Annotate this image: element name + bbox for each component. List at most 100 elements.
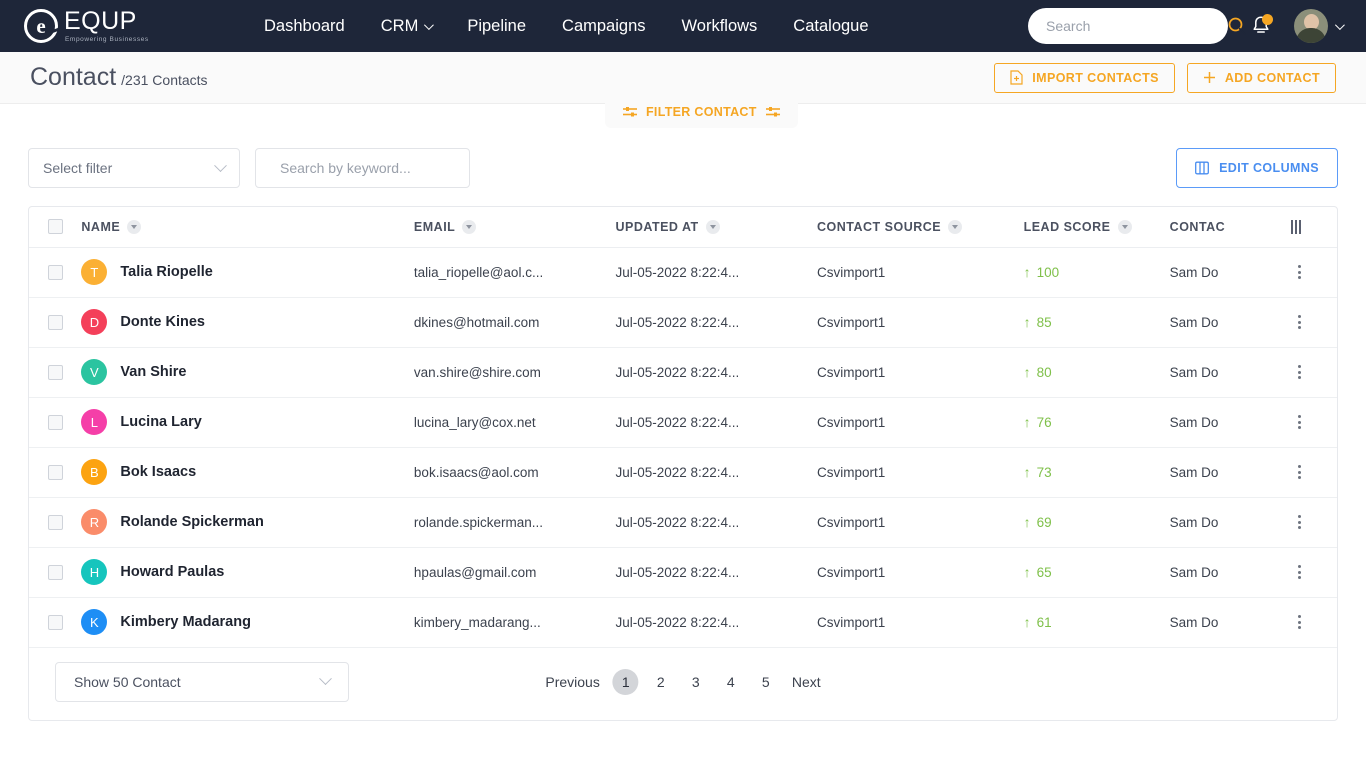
rows-per-page-label: Show 50 Contact [74, 673, 181, 690]
row-checkbox[interactable] [47, 364, 63, 380]
cell-lead-score: ↑ 69 [1023, 497, 1170, 548]
column-label: LEAD SCORE [1023, 219, 1111, 234]
row-checkbox[interactable] [47, 614, 63, 630]
contact-name[interactable]: Donte Kines [120, 314, 205, 330]
contact-name[interactable]: Rolande Spickerman [120, 514, 263, 530]
row-actions-menu-icon[interactable] [1291, 265, 1309, 279]
cell-updated-at: Jul-05-2022 8:22:4... [615, 397, 817, 448]
cell-email: van.shire@shire.com [413, 347, 616, 398]
table-row[interactable]: K Kimbery Madarang kimbery_madarang... Jul-… [29, 597, 1337, 648]
user-menu[interactable] [1294, 9, 1345, 43]
cell-name: V Van Shire [81, 347, 414, 398]
cell-updated-at: Jul-05-2022 8:22:4... [615, 497, 817, 548]
contact-name[interactable]: Bok Isaacs [120, 464, 196, 480]
chevron-down-icon[interactable] [1334, 19, 1345, 30]
notification-badge [1262, 14, 1273, 25]
logo[interactable]: e EQUP Empowering Businesses [24, 8, 234, 44]
row-actions-menu-icon[interactable] [1291, 365, 1309, 379]
cell-contact-source: Csvimport1 [816, 597, 1024, 648]
import-contacts-button[interactable]: IMPORT CONTACTS [994, 62, 1175, 93]
column-menu-icon[interactable] [705, 219, 720, 234]
column-menu-icon[interactable] [462, 219, 477, 234]
table-row[interactable]: T Talia Riopelle talia_riopelle@aol.c... Ju… [29, 247, 1337, 298]
row-checkbox[interactable] [47, 464, 63, 480]
cell-actions [1290, 597, 1337, 648]
nav-item-dashboard[interactable]: Dashboard [264, 17, 345, 36]
filter-contact-tab[interactable]: FILTER CONTACT [605, 96, 798, 128]
column-menu-icon[interactable] [127, 219, 142, 234]
cell-email: bok.isaacs@aol.com [413, 447, 616, 498]
nav-label: Dashboard [264, 16, 345, 35]
pagination-previous[interactable]: Previous [541, 672, 603, 692]
keyword-search-box[interactable] [255, 148, 470, 188]
column-resize-icon[interactable] [1290, 219, 1301, 234]
cell-contact-owner: Sam Do [1169, 597, 1291, 648]
table-row[interactable]: B Bok Isaacs bok.isaacs@aol.com Jul-05-2022… [29, 447, 1337, 498]
column-menu-icon[interactable] [1117, 219, 1132, 234]
global-search-box[interactable] [1028, 8, 1246, 44]
filter-sliders-icon [623, 107, 637, 117]
row-actions-menu-icon[interactable] [1291, 415, 1309, 429]
table-toolbar: Select filter EDIT COLUMNS [0, 134, 1366, 188]
column-header-email: EMAIL [413, 207, 616, 248]
cell-email: hpaulas@gmail.com [413, 547, 616, 598]
row-checkbox[interactable] [47, 314, 63, 330]
row-actions-menu-icon[interactable] [1291, 465, 1309, 479]
pagination-page-2[interactable]: 2 [648, 669, 674, 695]
lead-score-value: 65 [1036, 564, 1052, 580]
table-row[interactable]: H Howard Paulas hpaulas@gmail.com Jul-05-20… [29, 547, 1337, 598]
pagination-next[interactable]: Next [788, 672, 825, 692]
row-actions-menu-icon[interactable] [1291, 315, 1309, 329]
cell-name: R Rolande Spickerman [81, 497, 414, 548]
column-menu-icon[interactable] [948, 219, 963, 234]
column-header-contact-owner: CONTAC [1169, 207, 1291, 248]
nav-label: Pipeline [467, 16, 527, 35]
contact-name[interactable]: Talia Riopelle [120, 264, 212, 280]
search-icon[interactable] [1227, 16, 1247, 36]
contact-name[interactable]: Kimbery Madarang [120, 614, 251, 630]
contact-name[interactable]: Howard Paulas [120, 564, 224, 580]
keyword-search-input[interactable] [280, 160, 461, 176]
column-header-updated-at: UPDATED AT [615, 207, 817, 248]
table-row[interactable]: D Donte Kines dkines@hotmail.com Jul-05-202… [29, 297, 1337, 348]
cell-updated-at: Jul-05-2022 8:22:4... [615, 297, 817, 348]
select-all-checkbox[interactable] [47, 219, 63, 235]
contact-avatar: T [81, 259, 108, 285]
select-filter-dropdown[interactable]: Select filter [28, 148, 240, 188]
cell-actions [1290, 397, 1337, 448]
edit-columns-button[interactable]: EDIT COLUMNS [1176, 148, 1338, 188]
contact-avatar: D [81, 309, 108, 335]
pagination-page-3[interactable]: 3 [683, 669, 709, 695]
nav-item-pipeline[interactable]: Pipeline [467, 17, 526, 36]
notifications-button[interactable] [1250, 14, 1273, 38]
cell-actions [1290, 447, 1337, 498]
add-contact-button[interactable]: ADD CONTACT [1186, 62, 1336, 93]
table-row[interactable]: L Lucina Lary lucina_lary@cox.net Jul-05-20… [29, 397, 1337, 448]
nav-item-campaigns[interactable]: Campaigns [562, 17, 645, 36]
table-row[interactable]: V Van Shire van.shire@shire.com Jul-05-2022… [29, 347, 1337, 398]
row-checkbox[interactable] [47, 564, 63, 580]
nav-item-crm[interactable]: CRM [381, 17, 435, 36]
row-actions-menu-icon[interactable] [1291, 515, 1309, 529]
global-search-input[interactable] [1046, 18, 1227, 34]
lead-score-value: 85 [1036, 314, 1052, 330]
row-checkbox[interactable] [47, 264, 63, 280]
contact-avatar: R [81, 509, 108, 535]
row-actions-menu-icon[interactable] [1291, 615, 1309, 629]
rows-per-page-dropdown[interactable]: Show 50 Contact [55, 661, 349, 702]
plus-icon [1203, 72, 1215, 83]
row-select-cell [29, 447, 82, 498]
row-checkbox[interactable] [47, 414, 63, 430]
pagination-page-4[interactable]: 4 [718, 669, 744, 695]
contact-name[interactable]: Lucina Lary [120, 414, 201, 430]
pagination: Previous 1 2 3 4 5 Next [541, 668, 825, 695]
row-actions-menu-icon[interactable] [1291, 565, 1309, 579]
pagination-page-1[interactable]: 1 [612, 668, 639, 695]
contact-name[interactable]: Van Shire [120, 364, 186, 380]
contact-avatar: L [81, 409, 108, 435]
pagination-page-5[interactable]: 5 [753, 669, 779, 695]
table-row[interactable]: R Rolande Spickerman rolande.spickerman...… [29, 497, 1337, 548]
row-checkbox[interactable] [47, 514, 63, 530]
nav-item-workflows[interactable]: Workflows [682, 17, 758, 36]
nav-item-catalogue[interactable]: Catalogue [793, 17, 868, 36]
